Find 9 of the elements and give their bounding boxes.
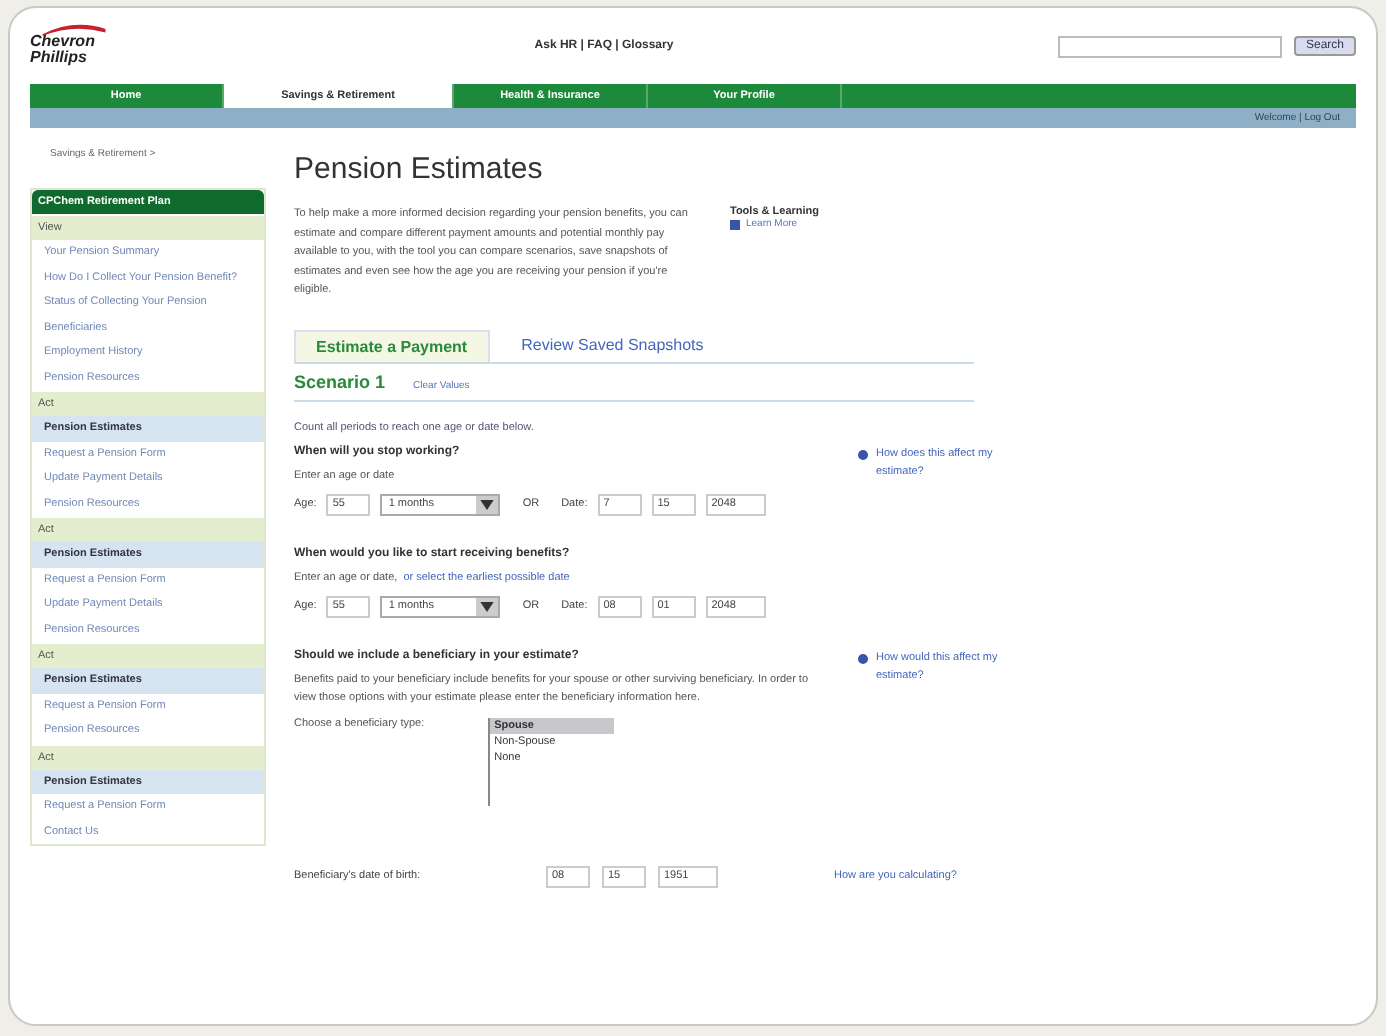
swoosh-icon: [38, 22, 110, 36]
page-title: Pension Estimates: [294, 152, 545, 186]
dropdown-arrow-icon: [480, 499, 495, 509]
company-logo[interactable]: Chevron Phillips: [30, 26, 150, 66]
tab[interactable]: Review Saved Snapshots: [501, 329, 724, 361]
tab[interactable]: Estimate a Payment: [294, 329, 490, 361]
scenario-title: Scenario 1: [294, 371, 386, 391]
search-field[interactable]: [1057, 35, 1282, 57]
dropdown-arrow-icon: [480, 601, 495, 611]
